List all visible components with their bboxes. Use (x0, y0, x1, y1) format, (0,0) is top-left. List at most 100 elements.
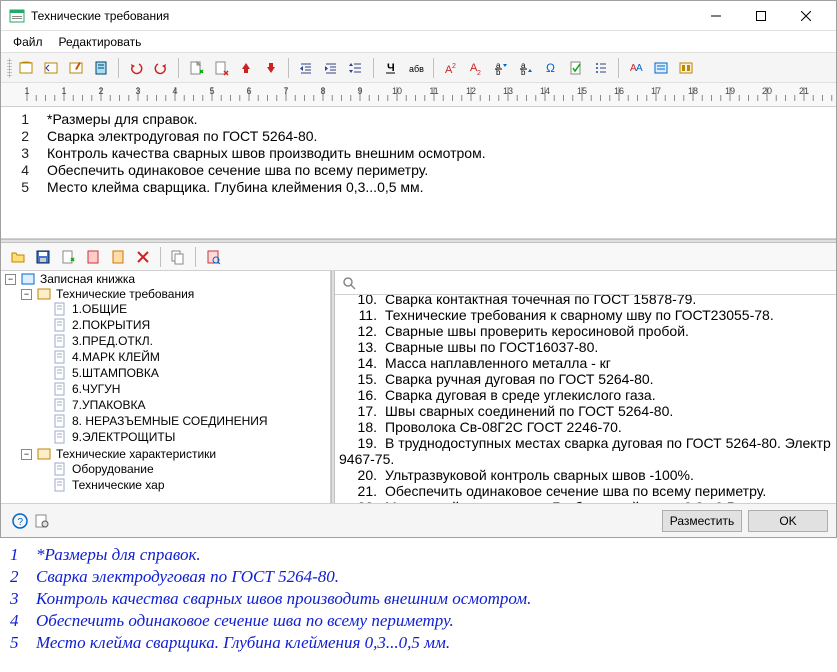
symbol-icon[interactable]: Ω (540, 57, 562, 79)
tree-item[interactable]: 4.МАРК КЛЕЙМ (37, 350, 330, 364)
tree-item[interactable]: 3.ПРЕД.ОТКЛ. (37, 334, 330, 348)
maximize-button[interactable] (738, 2, 783, 30)
list-row[interactable]: 14.Масса наплавленного металла - кг (339, 355, 832, 371)
list-icon[interactable] (590, 57, 612, 79)
editor-line[interactable]: 3Контроль качества сварных швов производ… (41, 145, 826, 162)
list-row[interactable]: 20.Ультразвуковой контроль сварных швов … (339, 467, 832, 483)
line-text[interactable]: *Размеры для справок. (41, 111, 198, 128)
lowercase-icon[interactable]: абв (405, 57, 427, 79)
list-row[interactable]: 17.Швы сварных соединений по ГОСТ 5264-8… (339, 403, 832, 419)
tree-folder-technical-req[interactable]: − Технические требования (21, 287, 330, 301)
editor-line[interactable]: 4Обеспечить одинаковое сечение шва по вс… (41, 162, 826, 179)
line-text[interactable]: Обеспечить одинаковое сечение шва по все… (41, 162, 428, 179)
editor-line[interactable]: 5Место клейма сварщика. Глубина клеймени… (41, 179, 826, 196)
line-text[interactable]: Сварка электродуговая по ГОСТ 5264-80. (41, 128, 317, 145)
redo-icon[interactable] (150, 57, 172, 79)
book-left-icon[interactable] (40, 57, 62, 79)
open-folder-icon[interactable] (7, 246, 29, 268)
line-spacing-icon[interactable] (345, 57, 367, 79)
save-icon[interactable] (32, 246, 54, 268)
notebook-icon[interactable] (90, 57, 112, 79)
svg-text:3: 3 (135, 86, 140, 96)
collapse-icon[interactable]: − (21, 289, 32, 300)
list-row[interactable]: 12.Сварные швы проверить керосиновой про… (339, 323, 832, 339)
tree-item[interactable]: 6.ЧУГУН (37, 382, 330, 396)
book-icon[interactable] (15, 57, 37, 79)
ok-button[interactable]: OK (748, 510, 828, 532)
delete-page-icon[interactable] (210, 57, 232, 79)
tree-item[interactable]: Технические хар (37, 478, 330, 492)
new-note-icon[interactable] (57, 246, 79, 268)
superscript-icon[interactable]: A2 (440, 57, 462, 79)
search-icon[interactable] (341, 275, 357, 291)
list-row[interactable]: 21.Обеспечить одинаковое сечение шва по … (339, 483, 832, 499)
tree-item-label: Технические хар (72, 478, 165, 492)
toolbar-gripper[interactable] (7, 58, 12, 78)
book-edit-icon[interactable] (65, 57, 87, 79)
list-row[interactable]: 19.В труднодоступных местах сварка дугов… (339, 435, 832, 451)
editor-line[interactable]: 2Сварка электродуговая по ГОСТ 5264-80. (41, 128, 826, 145)
tree-pane[interactable]: − Записная книжка − Технические требован… (1, 271, 331, 503)
list-row[interactable]: 22.Место клейма сварщика. Глубина клейме… (339, 499, 832, 503)
tree-item[interactable]: 2.ПОКРЫТИЯ (37, 318, 330, 332)
line-text[interactable]: Контроль качества сварных швов производи… (41, 145, 486, 162)
list-row[interactable]: 10.Сварка контактная точечная по ГОСТ 15… (339, 295, 832, 307)
indent-left-icon[interactable] (295, 57, 317, 79)
page-icon (53, 350, 67, 364)
list-row[interactable]: 16.Сварка дуговая в среде углекислого га… (339, 387, 832, 403)
tree-item[interactable]: 7.УПАКОВКА (37, 398, 330, 412)
new-page-icon[interactable] (185, 57, 207, 79)
delete-icon[interactable] (132, 246, 154, 268)
page-icon (53, 334, 67, 348)
filter-icon[interactable] (202, 246, 224, 268)
format-2-icon[interactable] (675, 57, 697, 79)
list-row[interactable]: 13.Сварные швы по ГОСТ16037-80. (339, 339, 832, 355)
fraction-down-icon[interactable]: ab (515, 57, 537, 79)
notebook-tree[interactable]: − Записная книжка − Технические требован… (1, 271, 330, 495)
close-button[interactable] (783, 2, 828, 30)
list-row[interactable]: 15.Сварка ручная дуговая по ГОСТ 5264-80… (339, 371, 832, 387)
tree-item[interactable]: 8. НЕРАЗЪЕМНЫЕ СОЕДИНЕНИЯ (37, 414, 330, 428)
undo-icon[interactable] (125, 57, 147, 79)
tree-root[interactable]: − Записная книжка (5, 272, 330, 286)
editor-line[interactable]: 1*Размеры для справок. (41, 111, 826, 128)
format-1-icon[interactable] (650, 57, 672, 79)
main-editor[interactable]: 1*Размеры для справок.2Сварка электродуг… (1, 107, 836, 239)
menu-file[interactable]: Файл (5, 33, 51, 51)
list-row[interactable]: 18.Проволока Св-08Г2С ГОСТ 2246-70. (339, 419, 832, 435)
tree-item[interactable]: 9.ЭЛЕКТРОЩИТЫ (37, 430, 330, 444)
svg-text:8: 8 (320, 86, 325, 96)
list-text: Масса наплавленного металла - кг (385, 355, 832, 371)
svg-text:17: 17 (651, 86, 661, 96)
collapse-icon[interactable]: − (5, 274, 16, 285)
tree-item[interactable]: 5.ШТАМПОВКА (37, 366, 330, 380)
place-button[interactable]: Разместить (662, 510, 742, 532)
font-color-icon[interactable]: AA (625, 57, 647, 79)
subscript-icon[interactable]: A2 (465, 57, 487, 79)
tree-item[interactable]: 1.ОБЩИЕ (37, 302, 330, 316)
tree-item-label: 7.УПАКОВКА (72, 398, 145, 412)
indent-right-icon[interactable] (320, 57, 342, 79)
underline-icon[interactable]: Ч (380, 57, 402, 79)
list-row[interactable]: 11.Технические требования к сварному шву… (339, 307, 832, 323)
minimize-button[interactable] (693, 2, 738, 30)
move-up-icon[interactable] (235, 57, 257, 79)
list-row[interactable]: 9467-75. (339, 451, 832, 467)
move-down-icon[interactable] (260, 57, 282, 79)
list-number: 21. (339, 483, 385, 499)
settings-icon[interactable] (31, 510, 53, 532)
book-orange-icon[interactable] (107, 246, 129, 268)
book-red-icon[interactable] (82, 246, 104, 268)
tree-folder-technical-char[interactable]: − Технические характеристики (21, 447, 330, 461)
menu-edit[interactable]: Редактировать (51, 33, 150, 51)
spellcheck-icon[interactable] (565, 57, 587, 79)
ruler[interactable]: 1123456789101112131415161718192021 (1, 83, 836, 107)
line-text[interactable]: Место клейма сварщика. Глубина клеймения… (41, 179, 424, 196)
line-number: 5 (1, 179, 35, 196)
copy-note-icon[interactable] (167, 246, 189, 268)
reference-list[interactable]: 10.Сварка контактная точечная по ГОСТ 15… (335, 295, 836, 503)
tree-item[interactable]: Оборудование (37, 462, 330, 476)
collapse-icon[interactable]: − (21, 449, 32, 460)
fraction-up-icon[interactable]: ab (490, 57, 512, 79)
help-icon[interactable]: ? (9, 510, 31, 532)
